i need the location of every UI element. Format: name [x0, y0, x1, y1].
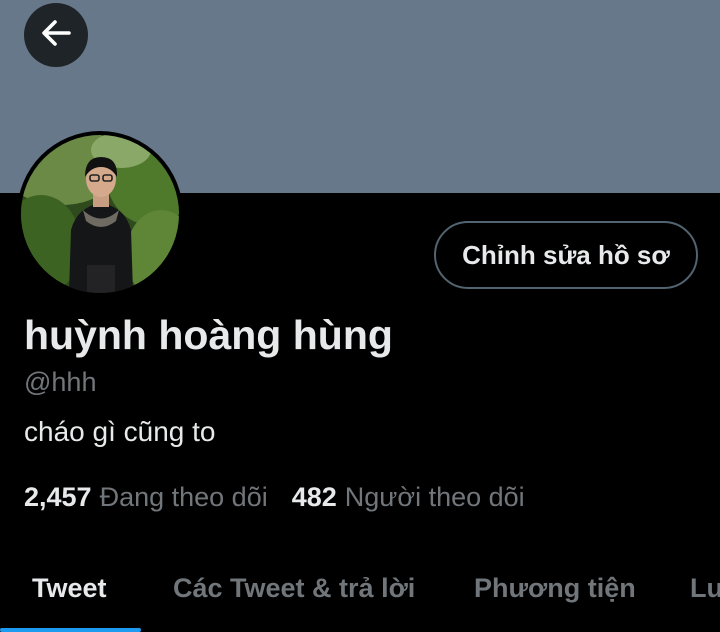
profile-bio: cháo gì cũng to	[24, 416, 216, 447]
following-link[interactable]: 2,457 Đang theo dõi	[24, 482, 268, 513]
following-count: 2,457	[24, 482, 92, 512]
followers-count: 482	[291, 482, 337, 512]
back-button[interactable]	[24, 3, 88, 67]
user-handle: @hhh	[24, 367, 97, 397]
tab-likes[interactable]: Lư	[690, 548, 720, 628]
tab-tweets-and-replies[interactable]: Các Tweet & trả lời	[173, 548, 415, 628]
arrow-left-icon	[38, 15, 74, 56]
tab-tweets[interactable]: Tweet	[32, 548, 107, 628]
avatar-photo	[21, 135, 179, 293]
tab-media[interactable]: Phương tiện	[474, 548, 636, 628]
profile-tabs: Tweet Các Tweet & trả lời Phương tiện Lư	[0, 548, 720, 632]
following-label: Đang theo dõi	[99, 482, 268, 512]
display-name: huỳnh hoàng hùng	[24, 312, 393, 358]
avatar[interactable]	[17, 131, 183, 297]
active-tab-indicator	[0, 628, 141, 632]
edit-profile-button[interactable]: Chỉnh sửa hồ sơ	[434, 221, 698, 289]
followers-link[interactable]: 482 Người theo dõi	[292, 482, 525, 513]
follow-stats: 2,457 Đang theo dõi 482 Người theo dõi	[24, 482, 525, 513]
followers-label: Người theo dõi	[344, 482, 525, 512]
